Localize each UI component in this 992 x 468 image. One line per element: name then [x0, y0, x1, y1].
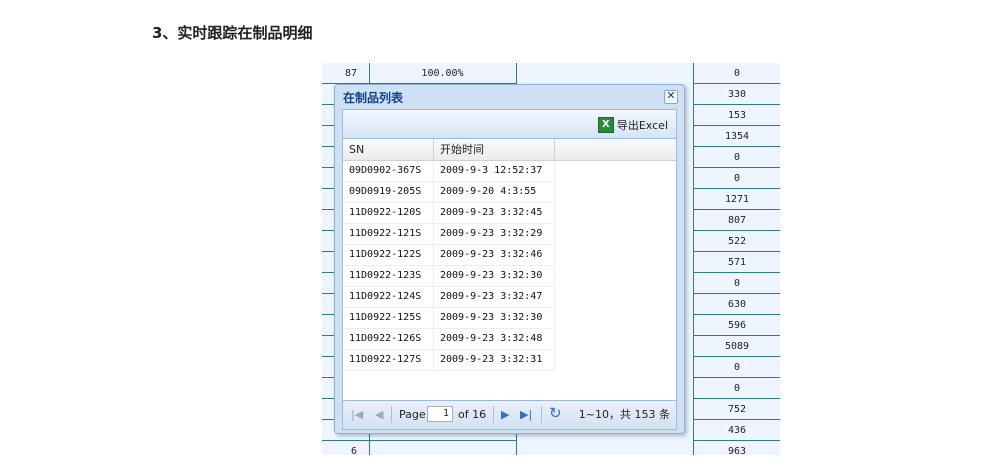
cell-start-time: 2009-9-23 3:32:30: [434, 266, 555, 286]
cell-start-time: 2009-9-23 3:32:30: [434, 308, 555, 328]
export-excel-label: 导出Excel: [616, 118, 668, 132]
cell-start-time: 2009-9-23 3:32:31: [434, 350, 555, 370]
cell-sn: 09D0902-367S: [343, 161, 434, 181]
background-cell: 752: [694, 399, 780, 420]
close-button[interactable]: ✕: [664, 90, 678, 104]
grid-panel: X 导出Excel SN 开始时间 09D0902-367S 2009-9-3 1…: [342, 109, 677, 430]
cell-sn: 11D0922-124S: [343, 287, 434, 307]
cell-sn: 11D0922-121S: [343, 224, 434, 244]
background-cell: 0: [694, 273, 780, 294]
wip-list-window: 在制品列表 ✕ X 导出Excel SN 开始时间 09D0902-367S 20…: [334, 84, 685, 434]
pager-separator: [493, 406, 494, 423]
first-page-icon[interactable]: |◀: [351, 407, 363, 423]
table-row[interactable]: 11D0922-120S 2009-9-23 3:32:45: [343, 203, 555, 224]
cell-sn: 11D0922-126S: [343, 329, 434, 349]
background-cell: 0: [694, 147, 780, 168]
last-page-icon[interactable]: ▶|: [520, 407, 532, 423]
table-row[interactable]: 11D0922-126S 2009-9-23 3:32:48: [343, 329, 555, 350]
table-row[interactable]: 11D0922-121S 2009-9-23 3:32:29: [343, 224, 555, 245]
section-heading: 3、实时跟踪在制品明细: [152, 24, 313, 42]
column-header-start-time[interactable]: 开始时间: [434, 139, 555, 160]
next-page-icon[interactable]: ▶: [501, 407, 509, 423]
paging-summary: 1~10，共 153 条: [578, 408, 670, 421]
table-row[interactable]: 11D0922-127S 2009-9-23 3:32:31: [343, 350, 555, 371]
background-cell: 436: [694, 420, 780, 441]
page-number-input[interactable]: 1: [427, 406, 453, 422]
export-excel-button[interactable]: X 导出Excel: [597, 116, 668, 133]
cell-start-time: 2009-9-23 3:32:29: [434, 224, 555, 244]
table-row[interactable]: 11D0922-123S 2009-9-23 3:32:30: [343, 266, 555, 287]
refresh-icon[interactable]: ↻: [549, 405, 562, 421]
background-cell: 87: [322, 63, 369, 84]
paging-toolbar: |◀ ◀ Page 1 of 16 ▶ ▶| ↻ 1~10，共 153 条: [343, 400, 676, 429]
cell-start-time: 2009-9-23 3:32:45: [434, 203, 555, 223]
background-cell: 807: [694, 210, 780, 231]
cell-start-time: 2009-9-23 3:32:46: [434, 245, 555, 265]
grid-body: 09D0902-367S 2009-9-3 12:52:37 09D0919-205…: [343, 161, 555, 371]
cell-start-time: 2009-9-20 4:3:55: [434, 182, 555, 202]
background-cell: 153: [694, 105, 780, 126]
pager-separator: [541, 406, 542, 423]
background-cell: 522: [694, 231, 780, 252]
background-cell: 1354: [694, 126, 780, 147]
page-count-label: of 16: [458, 408, 487, 421]
background-cell: 571: [694, 252, 780, 273]
cell-start-time: 2009-9-23 3:32:47: [434, 287, 555, 307]
background-cell: 0: [694, 378, 780, 399]
table-row[interactable]: 09D0919-205S 2009-9-20 4:3:55: [343, 182, 555, 203]
cell-start-time: 2009-9-3 12:52:37: [434, 161, 555, 181]
grid-header: SN 开始时间: [343, 139, 676, 161]
page-label: Page: [399, 408, 426, 421]
table-row[interactable]: 11D0922-124S 2009-9-23 3:32:47: [343, 287, 555, 308]
cell-sn: 11D0922-122S: [343, 245, 434, 265]
background-cell: 0: [694, 357, 780, 378]
column-header-sn[interactable]: SN: [343, 139, 434, 160]
background-cell: 0: [694, 168, 780, 189]
cell-sn: 11D0922-127S: [343, 350, 434, 370]
background-cell: 100.00%: [369, 63, 516, 84]
background-cell: 5089: [694, 336, 780, 357]
background-cell: 630: [694, 294, 780, 315]
excel-icon: X: [597, 116, 614, 133]
background-cell: 0: [694, 63, 780, 84]
cell-sn: 11D0922-123S: [343, 266, 434, 286]
cell-start-time: 2009-9-23 3:32:48: [434, 329, 555, 349]
background-cell: 963: [694, 441, 780, 455]
grid-toolbar: X 导出Excel: [343, 110, 676, 139]
window-title: 在制品列表: [343, 91, 404, 105]
background-cell: 596: [694, 315, 780, 336]
cell-sn: 11D0922-125S: [343, 308, 434, 328]
table-row[interactable]: 11D0922-122S 2009-9-23 3:32:46: [343, 245, 555, 266]
background-right-column: 0 330 153 1354 0 0 1271 807 522 571 0 630 596 5089 0 0 7…: [694, 63, 780, 455]
background-cell: 1271: [694, 189, 780, 210]
column-header-filler: [555, 139, 676, 160]
cell-sn: 11D0922-120S: [343, 203, 434, 223]
cell-sn: 09D0919-205S: [343, 182, 434, 202]
background-cell: [369, 441, 516, 455]
background-cell: 330: [694, 84, 780, 105]
prev-page-icon[interactable]: ◀: [375, 407, 383, 423]
pager-separator: [391, 406, 392, 423]
table-row[interactable]: 09D0902-367S 2009-9-3 12:52:37: [343, 161, 555, 182]
table-row[interactable]: 11D0922-125S 2009-9-23 3:32:30: [343, 308, 555, 329]
background-cell: 6: [322, 441, 369, 455]
